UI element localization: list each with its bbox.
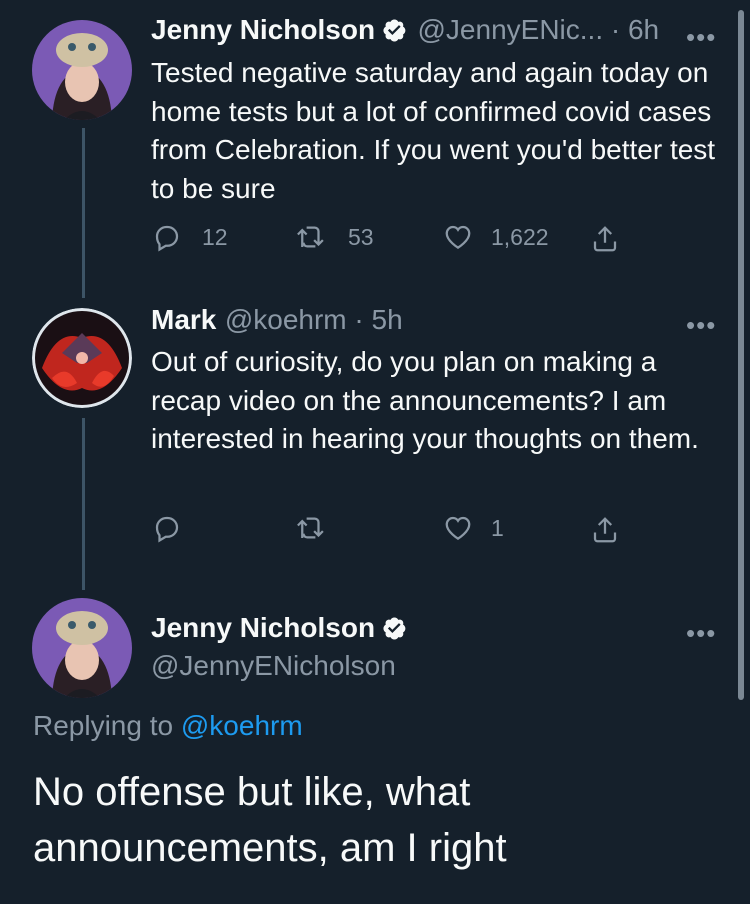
tweet3-more-dots-icon[interactable]: •••	[686, 618, 716, 649]
tweet1-more-dots-icon[interactable]: •••	[686, 22, 716, 53]
avatar-mark[interactable]	[32, 308, 132, 408]
tweet2-like-button[interactable]: 1	[443, 513, 504, 543]
heart-icon	[445, 225, 471, 249]
tweet1-share-button[interactable]	[590, 224, 620, 254]
replying-to: Replying to @koehrm	[33, 710, 303, 742]
tweet1-retweet-count: 53	[348, 223, 374, 250]
tweet2-share-button[interactable]	[590, 515, 620, 545]
tweet1-text: Tested negative saturday and again today…	[151, 57, 716, 204]
replying-to-prefix: Replying to	[33, 710, 181, 741]
tweet3-author-row: Jenny Nicholson	[151, 612, 407, 644]
tweet1-retweet-button[interactable]: 53	[296, 222, 374, 252]
tweet2-text: Out of curiosity, do you plan on making …	[151, 346, 699, 454]
tweet2-more-dots-icon[interactable]: •••	[686, 310, 716, 341]
tweet2-like-count: 1	[491, 514, 504, 541]
avatar-jenny-1[interactable]	[32, 20, 132, 120]
scrollbar[interactable]	[738, 10, 744, 700]
tweet1-handle-time[interactable]: @JennyENic... · 6h	[418, 14, 660, 45]
thread-line-2	[82, 418, 85, 590]
share-icon	[593, 226, 617, 252]
retweet-icon	[297, 517, 324, 539]
tweet3-author-name[interactable]: Jenny Nicholson	[151, 612, 375, 643]
reply-icon	[155, 225, 179, 252]
tweet2-handle-time[interactable]: @koehrm · 5h	[225, 304, 403, 335]
tweet1-like-button[interactable]: 1,622	[443, 222, 549, 252]
share-icon	[593, 517, 617, 543]
tweet1-author-name[interactable]: Jenny Nicholson	[151, 14, 375, 45]
avatar-jenny-2[interactable]	[32, 598, 132, 698]
tweet1-header: Jenny Nicholson @JennyENic... · 6h	[151, 14, 659, 46]
tweet3-handle[interactable]: @JennyENicholson	[151, 650, 396, 682]
retweet-icon	[297, 226, 324, 248]
replying-to-handle-link[interactable]: @koehrm	[181, 710, 303, 741]
tweet1-reply-count: 12	[202, 223, 228, 250]
tweet2-retweet-button[interactable]	[296, 513, 326, 543]
heart-icon	[445, 516, 471, 540]
tweet2-reply-button[interactable]	[152, 513, 182, 543]
tweet2-header: Mark @koehrm · 5h	[151, 304, 403, 336]
tweet2-author-name[interactable]: Mark	[151, 304, 216, 335]
thread-line-1	[82, 128, 85, 298]
tweet1-reply-button[interactable]: 12	[152, 222, 228, 252]
tweet3-text: No offense but like, what announcements,…	[33, 770, 507, 870]
verified-badge-icon	[381, 615, 407, 641]
reply-icon	[155, 516, 179, 543]
verified-badge-icon	[381, 17, 407, 43]
tweet1-like-count: 1,622	[491, 223, 549, 250]
